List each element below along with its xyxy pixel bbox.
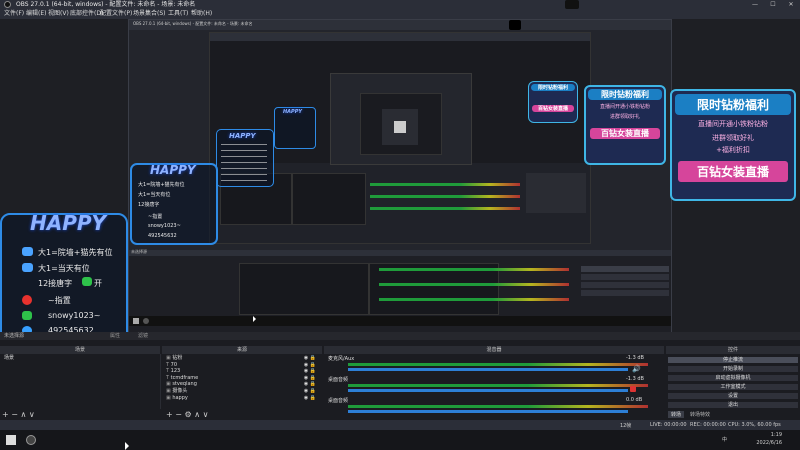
menu-profile[interactable]: 配置文件(P) [100,9,132,19]
menu-tools[interactable]: 工具(T) [168,9,188,19]
filters-button[interactable]: 滤镜 [138,332,148,340]
nested-no-source: 未选择源 [131,249,147,254]
start-recording-button[interactable]: 开始录制 [667,365,799,373]
overlay-box-medium: HAPPY 大1=院墙+猫先有位 大1=当天有位 12接唐字 ~指置 snowy… [130,163,218,245]
menu-edit[interactable]: 编辑(E) [26,9,46,19]
status-bar: 12帧 LIVE: 00:00:00 REC: 00:00:00 CPU: 3.… [0,420,800,430]
overlay-box-small: HAPPY [216,129,274,187]
source-item[interactable]: ▣ 钻粉 ◉ 🔒 [166,355,316,362]
volume-meter [348,384,648,387]
taskbar: 中 1:19 2022/6/16 [0,430,800,450]
controls-dock-title: 控件 [666,346,800,354]
wechat-icon [82,277,92,286]
badge-icon-2 [22,263,33,272]
avatar [565,0,579,9]
overlay-line-1: 大1=院墙+猫先有位 [38,248,113,257]
source-controls[interactable]: + − ⚙ ∧ ∨ [166,410,208,419]
cursor-icon [253,316,256,322]
menu-docks[interactable]: 底部控件(D) [70,9,103,19]
overlay-line-2: 大1=当天有位 [38,264,90,273]
overlay-line-5: snowy1023~ [48,311,101,320]
nested-title: OBS 27.0.1 (64-bit, windows) - 配置文件: 未命名… [133,21,253,26]
minimize-button[interactable]: — [746,0,764,9]
rec-timer: REC: 00:00:00 [690,422,726,428]
source-item[interactable]: ▣ happy ◉ 🔒 [166,395,316,402]
muted-icon[interactable] [630,386,636,392]
wechat-icon-2 [22,311,32,320]
menu-view[interactable]: 视图(V) [48,9,69,19]
obs-app-icon [4,1,11,8]
promo-small: 限时钻粉福利 直播间开通小铁粉钻粉 进群领取好礼 百钻女装直播 [584,85,666,165]
dropped-frames: 12帧 [620,423,632,429]
promo-large: 限时钻粉福利 直播间开通小铁粉钻粉 进群领取好礼 +福利折扣 百钻女装直播 [670,89,796,201]
mixer-channel-name: 麦克风/Aux [328,356,355,362]
promo-line-2: 进群领取好礼 [712,134,754,142]
exit-button[interactable]: 退出 [667,401,799,409]
promo-line-3: +福利折扣 [716,146,750,154]
title-bar: OBS 27.0.1 (64-bit, windows) - 配置文件: 未命名… [0,0,800,9]
volume-slider[interactable] [348,410,628,413]
source-toolbar: 未选择源 属性 滤镜 [0,332,800,340]
promo-line-1: 直播间开通小铁粉钻粉 [698,120,768,128]
source-item[interactable]: ▣ stveqlang ◉ 🔒 [166,381,316,388]
windows-start-icon[interactable] [6,435,16,445]
overlay-box-large: HAPPY 大1=院墙+猫先有位 大1=当天有位 12接唐字 开 ~指置 sno… [0,211,128,332]
sources-dock-title: 来源 [162,346,322,354]
speaker-icon[interactable]: 🔊 [632,365,641,373]
mixer-dock: 麦克风/Aux -1.3 dB 🔊 桌面音频 -1.3 dB 桌面音频 0.0 … [324,354,664,420]
scene-item[interactable]: 场景 [4,355,14,362]
mixer-dock-title: 混音器 [324,346,664,354]
menu-bar: 文件(F) 编辑(E) 视图(V) 底部控件(D) 配置文件(P) 场景集合(S… [0,9,800,19]
volume-slider[interactable] [348,389,628,392]
stop-streaming-button[interactable]: 停止推流 [667,356,799,364]
scenes-dock-title: 场景 [0,346,160,354]
overlay-line-4: ~指置 [48,296,71,305]
close-button[interactable]: ✕ [782,0,800,9]
source-item[interactable]: T 123 ◉ 🔒 [166,368,316,375]
mouse-cursor-icon [125,442,129,450]
promo-title: 限时钻粉福利 [675,94,791,115]
window-title: OBS 27.0.1 (64-bit, windows) - 配置文件: 未命名… [16,1,196,8]
settings-button[interactable]: 设置 [667,392,799,400]
obs-taskbar-icon[interactable] [26,435,36,445]
promo-cta: 百钻女装直播 [678,161,788,182]
overlay-line-3: 12接唐字 [38,279,73,288]
properties-button[interactable]: 属性 [110,332,120,340]
no-source-label: 未选择源 [4,333,25,339]
cpu-usage: CPU: 3.0%, 60.00 fps [728,422,781,428]
volume-meter [348,363,648,366]
maximize-button[interactable]: ☐ [764,0,782,9]
promo-tiny: 限时钻粉福利 百钻女装直播 [528,81,578,123]
menu-help[interactable]: 帮助(H) [191,9,212,19]
weibo-icon [22,295,32,305]
scene-controls[interactable]: + − ∧ ∨ [2,410,35,419]
virtual-camera-button[interactable]: 启动虚拟摄像机 [667,374,799,382]
clock-date[interactable]: 2022/6/16 [746,440,782,446]
source-item[interactable]: ▣ 摄像头 ◉ 🔒 [166,388,316,395]
tab-transition-effects[interactable]: 转场特效 [690,411,710,418]
source-item[interactable]: T 70 ◉ 🔒 [166,362,316,369]
tab-transitions[interactable]: 转场 [668,411,685,418]
volume-meter [348,405,648,408]
ime-indicator[interactable]: 中 [722,436,727,443]
menu-scene-collection[interactable]: 场景集合(S) [133,9,166,19]
happy-logo: HAPPY [30,211,107,235]
clock-time[interactable]: 1:19 [752,432,782,438]
badge-icon [22,247,33,256]
menu-file[interactable]: 文件(F) [4,9,24,19]
volume-slider[interactable] [348,368,628,371]
preview-canvas[interactable]: OBS 27.0.1 (64-bit, windows) - 配置文件: 未命名… [0,19,800,332]
sources-dock: ▣ 钻粉 ◉ 🔒 T 70 ◉ 🔒 T 123 ◉ 🔒 T tcmdframe ◉ 🔒 … [162,354,322,409]
studio-mode-button[interactable]: 工作室模式 [667,383,799,391]
mixer-channel-db: -1.3 dB [626,355,644,361]
nested-avatar [509,20,521,30]
overlay-box-tiny: HAPPY [274,107,316,149]
live-timer: LIVE: 00:00:00 [650,422,687,428]
scenes-dock: 场景 [0,354,161,409]
